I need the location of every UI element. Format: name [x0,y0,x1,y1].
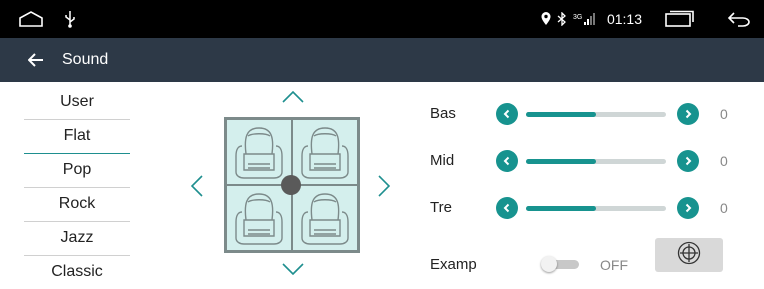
tone-slider[interactable] [526,112,666,117]
tone-slider-fill [526,159,596,164]
tone-slider[interactable] [526,206,666,211]
preset-item-classic[interactable]: Classic [24,256,130,289]
seat-icon [226,185,292,251]
location-icon [541,12,551,26]
network-type-label: 3G [573,14,582,21]
examp-state: OFF [600,257,628,273]
examp-label: Examp [430,256,477,273]
chevron-up-icon[interactable] [282,90,304,108]
chevron-right-icon[interactable] [378,175,391,202]
preset-item-rock[interactable]: Rock [24,188,130,222]
increase-button[interactable] [677,197,699,219]
target-icon [677,241,701,270]
title-bar: Sound [0,38,764,82]
bluetooth-icon [557,12,567,26]
back-icon[interactable] [726,10,752,28]
examp-toggle[interactable] [541,256,579,272]
preset-item-jazz[interactable]: Jazz [24,222,130,256]
status-bar: 3G 01:13 [0,0,764,38]
decrease-button[interactable] [496,150,518,172]
tone-slider[interactable] [526,159,666,164]
tone-row-bass: Bas 0 [430,99,740,129]
tone-value: 0 [720,200,728,216]
chevron-left-icon[interactable] [190,175,203,202]
tone-value: 0 [720,153,728,169]
eq-preset-list: User Flat Pop Rock Jazz Classic [24,86,130,289]
arrow-left-icon[interactable] [28,53,44,67]
seat-icon [292,119,358,185]
signal-icon: 3G [573,12,595,26]
decrease-button[interactable] [496,103,518,125]
tone-label: Bas [430,105,456,122]
tone-slider-fill [526,206,596,211]
balance-handle[interactable] [281,175,301,195]
clock: 01:13 [606,11,642,27]
examp-settings-button[interactable] [655,238,723,272]
tone-row-treble: Tre 0 [430,193,740,223]
toggle-knob [541,256,557,272]
seat-icon [292,185,358,251]
home-icon[interactable] [18,10,44,33]
preset-item-flat[interactable]: Flat [24,120,130,154]
increase-button[interactable] [677,103,699,125]
tone-value: 0 [720,106,728,122]
tone-slider-fill [526,112,596,117]
tone-label: Mid [430,152,455,169]
preset-item-user[interactable]: User [24,86,130,120]
decrease-button[interactable] [496,197,518,219]
seat-icon [226,119,292,185]
page-title: Sound [62,51,109,68]
tone-row-mid: Mid 0 [430,146,740,176]
usb-icon [64,10,76,33]
increase-button[interactable] [677,150,699,172]
preset-item-pop[interactable]: Pop [24,154,130,188]
tone-label: Tre [430,199,452,216]
chevron-down-icon[interactable] [282,262,304,280]
recents-icon[interactable] [664,10,694,28]
status-icons: 3G 01:13 [535,0,752,38]
